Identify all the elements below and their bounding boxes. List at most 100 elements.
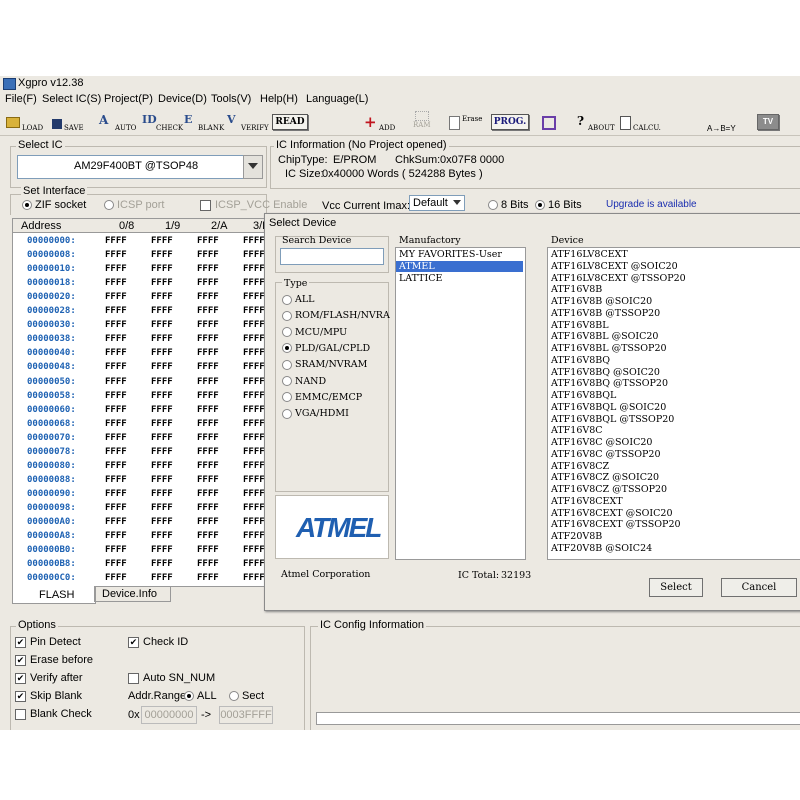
hex-row[interactable]: 00000068: FFFF FFFF FFFF FFFF [13, 419, 267, 433]
hex-cell[interactable]: FFFF [105, 419, 127, 429]
hex-cell[interactable]: FFFF [243, 405, 265, 415]
hex-cell[interactable]: FFFF [151, 362, 173, 372]
hex-cell[interactable]: FFFF [151, 334, 173, 344]
check-button[interactable]: ID CHECK [142, 112, 183, 132]
ram-button[interactable]: RAM [413, 111, 431, 131]
hex-row[interactable]: 00000080: FFFF FFFF FFFF FFFF [13, 461, 267, 475]
hex-cell[interactable]: FFFF [197, 573, 219, 583]
hex-cell[interactable]: FFFF [197, 250, 219, 260]
hex-cell[interactable]: FFFF [105, 292, 127, 302]
hex-row[interactable]: 00000048: FFFF FFFF FFFF FFFF [13, 362, 267, 376]
hex-row[interactable]: 00000030: FFFF FFFF FFFF FFFF [13, 320, 267, 334]
hex-cell[interactable]: FFFF [151, 447, 173, 457]
buffer-hex-grid[interactable]: Address 0/8 1/9 2/A 3/B 00000000: FFFF FFF… [12, 218, 268, 587]
hex-cell[interactable]: FFFF [105, 278, 127, 288]
hex-cell[interactable]: FFFF [243, 334, 265, 344]
device-item[interactable]: ATF16V8C [551, 425, 603, 436]
device-item[interactable]: ATF16V8BQL @SOIC20 [551, 402, 666, 413]
hex-cell[interactable]: FFFF [151, 292, 173, 302]
hex-cell[interactable]: FFFF [151, 236, 173, 246]
hex-cell[interactable]: FFFF [197, 433, 219, 443]
logic-tester-button[interactable]: A→B=Y [707, 113, 736, 133]
hex-cell[interactable]: FFFF [105, 362, 127, 372]
hex-cell[interactable]: FFFF [197, 447, 219, 457]
hex-cell[interactable]: FFFF [243, 348, 265, 358]
hex-cell[interactable]: FFFF [197, 278, 219, 288]
search-device-input[interactable] [280, 248, 384, 265]
device-item[interactable]: ATF16V8C @TSSOP20 [551, 449, 661, 460]
device-item[interactable]: ATF16V8CEXT @SOIC20 [551, 508, 673, 519]
device-item[interactable]: ATF16V8BQL @TSSOP20 [551, 414, 674, 425]
hex-cell[interactable]: FFFF [105, 377, 127, 387]
hex-row[interactable]: 00000038: FFFF FFFF FFFF FFFF [13, 334, 267, 348]
device-item[interactable]: ATF16V8B @TSSOP20 [551, 308, 660, 319]
hex-cell[interactable]: FFFF [105, 447, 127, 457]
device-item[interactable]: ATF16LV8CEXT @TSSOP20 [551, 273, 686, 284]
hex-cell[interactable]: FFFF [197, 475, 219, 485]
hex-cell[interactable]: FFFF [243, 517, 265, 527]
hex-cell[interactable]: FFFF [197, 489, 219, 499]
hex-row[interactable]: 00000010: FFFF FFFF FFFF FFFF [13, 264, 267, 278]
cancel-button[interactable]: Cancel [721, 578, 797, 597]
hex-cell[interactable]: FFFF [151, 306, 173, 316]
hex-cell[interactable]: FFFF [243, 447, 265, 457]
type-radio[interactable]: SRAM/NVRAM [282, 359, 367, 370]
hex-row[interactable]: 000000A0: FFFF FFFF FFFF FFFF [13, 517, 267, 531]
hex-cell[interactable]: FFFF [197, 306, 219, 316]
hex-cell[interactable]: FFFF [243, 278, 265, 288]
addr-from-input[interactable]: 00000000 [141, 706, 197, 724]
about-button[interactable]: ? ABOUT [577, 112, 615, 132]
hex-cell[interactable]: FFFF [151, 489, 173, 499]
device-item[interactable]: ATF16V8BL @TSSOP20 [551, 343, 667, 354]
zif-socket-radio[interactable]: ZIF socket [22, 199, 86, 211]
type-radio[interactable]: ROM/FLASH/NVRA [282, 310, 390, 321]
hex-cell[interactable]: FFFF [243, 391, 265, 401]
select-ic-dropdown-button[interactable] [243, 155, 263, 179]
hex-cell[interactable]: FFFF [243, 489, 265, 499]
device-item[interactable]: ATF16V8B @SOIC20 [551, 296, 652, 307]
hex-row[interactable]: 000000B0: FFFF FFFF FFFF FFFF [13, 545, 267, 559]
device-item[interactable]: ATF16V8BQL [551, 390, 616, 401]
hex-cell[interactable]: FFFF [151, 391, 173, 401]
menu-project[interactable]: Project(P) [104, 93, 153, 105]
read-button[interactable]: READ [272, 114, 308, 130]
addr-range-sect-radio[interactable]: Sect [229, 690, 264, 702]
hex-cell[interactable]: FFFF [197, 292, 219, 302]
hex-row[interactable]: 000000A8: FFFF FFFF FFFF FFFF [13, 531, 267, 545]
hex-cell[interactable]: FFFF [197, 559, 219, 569]
hex-cell[interactable]: FFFF [151, 531, 173, 541]
hex-cell[interactable]: FFFF [105, 306, 127, 316]
icsp-vcc-checkbox[interactable]: ICSP_VCC Enable [200, 199, 307, 211]
hex-cell[interactable]: FFFF [151, 559, 173, 569]
type-radio[interactable]: NAND [282, 376, 326, 387]
tv-button[interactable]: TV [757, 114, 779, 130]
device-item[interactable]: ATF16V8CZ @TSSOP20 [551, 484, 667, 495]
hex-cell[interactable]: FFFF [243, 475, 265, 485]
menu-help[interactable]: Help(H) [260, 93, 298, 105]
bits-8-radio[interactable]: 8 Bits [488, 199, 529, 211]
hex-cell[interactable]: FFFF [105, 348, 127, 358]
hex-cell[interactable]: FFFF [151, 320, 173, 330]
add-button[interactable]: + ADD [364, 112, 395, 133]
type-radio[interactable]: EMMC/EMCP [282, 392, 362, 403]
device-item[interactable]: ATF16LV8CEXT [551, 249, 628, 260]
hex-cell[interactable]: FFFF [243, 250, 265, 260]
hex-cell[interactable]: FFFF [243, 545, 265, 555]
device-item[interactable]: ATF16V8CEXT @TSSOP20 [551, 519, 681, 530]
hex-row[interactable]: 00000058: FFFF FFFF FFFF FFFF [13, 391, 267, 405]
pin-detect-checkbox[interactable]: Pin Detect [15, 636, 81, 648]
hex-cell[interactable]: FFFF [243, 306, 265, 316]
icsp-port-radio[interactable]: ICSP port [104, 199, 165, 211]
hex-cell[interactable]: FFFF [105, 531, 127, 541]
hex-cell[interactable]: FFFF [243, 573, 265, 583]
device-item[interactable]: ATF20V8B [551, 531, 602, 542]
hex-cell[interactable]: FFFF [197, 391, 219, 401]
bits-16-radio[interactable]: 16 Bits [535, 199, 582, 211]
vcc-current-select[interactable]: Default [409, 195, 465, 211]
hex-cell[interactable]: FFFF [151, 348, 173, 358]
hex-cell[interactable]: FFFF [105, 391, 127, 401]
menu-file[interactable]: File(F) [5, 93, 37, 105]
device-item[interactable]: ATF16V8B [551, 284, 602, 295]
hex-row[interactable]: 000000C0: FFFF FFFF FFFF FFFF [13, 573, 267, 586]
upgrade-link[interactable]: Upgrade is available [606, 199, 697, 210]
